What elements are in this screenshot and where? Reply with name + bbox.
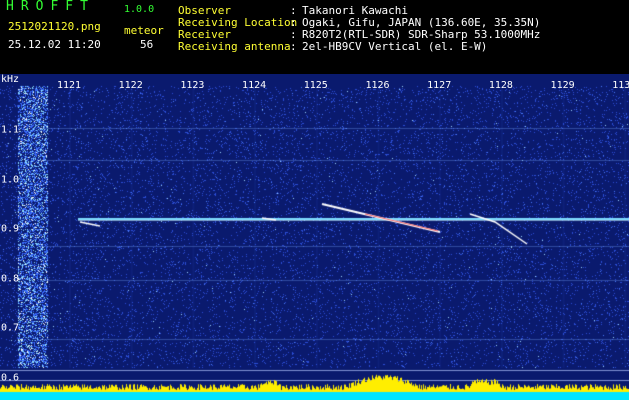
frequency-unit-label: kHz <box>1 74 20 85</box>
time-tick-label: 1128 <box>488 80 513 91</box>
time-tick-label: 1127 <box>427 80 452 91</box>
antenna-label: Receiving antenna <box>178 40 291 53</box>
frequency-tick-label: 0.9 <box>1 223 20 235</box>
file-name: 2512021120.png <box>8 20 101 33</box>
time-tick-label: 1129 <box>550 80 575 91</box>
time-tick-label: 1126 <box>365 80 390 91</box>
spectrogram-canvas <box>0 74 629 400</box>
time-tick-label: 1125 <box>303 80 328 91</box>
time-tick-label: 1130 <box>612 80 629 91</box>
header-panel: HROFFT 1.0.0 2512021120.png meteor 25.12… <box>0 0 629 74</box>
mode-label: meteor <box>124 24 164 37</box>
app-title: HROFFT <box>6 0 95 14</box>
time-tick-label: 1122 <box>118 80 143 91</box>
frequency-tick-label: 1.0 <box>1 174 20 186</box>
time-tick-label: 1123 <box>180 80 205 91</box>
count-value: 56 <box>140 38 154 51</box>
antenna-value: 2el-HB9CV Vertical (el. E-W) <box>302 40 488 53</box>
app-version: 1.0.0 <box>124 4 155 15</box>
frequency-tick-label: 0.8 <box>1 273 20 285</box>
frequency-tick-label: 0.7 <box>1 322 20 334</box>
time-tick-label: 1121 <box>56 80 82 91</box>
time-tick-label: 1124 <box>242 80 267 91</box>
frequency-tick-label: 0.6 <box>1 372 20 384</box>
antenna-colon: : <box>290 40 297 53</box>
date-time: 25.12.02 11:20 <box>8 38 101 51</box>
frequency-tick-label: 1.1 <box>1 124 20 136</box>
